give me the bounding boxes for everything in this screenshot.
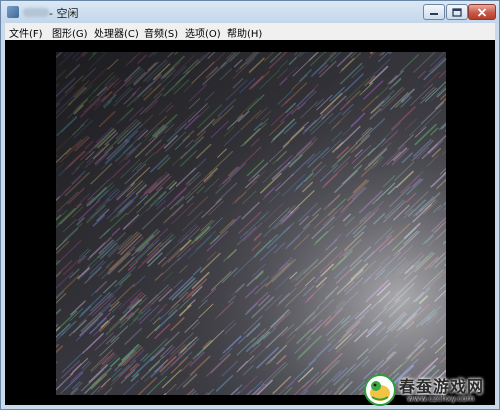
app-icon — [7, 6, 19, 18]
app-window: - 空闲 文件(F) 图形(G) 处理器(C) 音频(S) 选项(O) 帮助(H… — [0, 0, 500, 410]
maximize-button[interactable] — [446, 4, 468, 20]
minimize-button[interactable] — [423, 4, 445, 20]
watermark-url: www.czchxy.com — [407, 394, 474, 403]
menu-help[interactable]: 帮助(H) — [227, 25, 262, 40]
maximize-icon — [452, 8, 462, 17]
watermark: 春蚕游戏网 www.czchxy.com — [363, 371, 498, 409]
silkworm-logo-icon — [363, 373, 397, 407]
menu-bar: 文件(F) 图形(G) 处理器(C) 音频(S) 选项(O) 帮助(H) — [5, 23, 495, 40]
menu-options[interactable]: 选项(O) — [185, 25, 221, 40]
blurred-app-name — [23, 8, 49, 17]
noise-render-image — [56, 52, 446, 395]
title-bar[interactable]: - 空闲 — [1, 1, 499, 23]
render-canvas — [5, 40, 495, 405]
menu-processor[interactable]: 处理器(C) — [94, 25, 139, 40]
menu-file[interactable]: 文件(F) — [9, 25, 43, 40]
menu-audio[interactable]: 音频(S) — [144, 25, 178, 40]
close-button[interactable] — [468, 4, 496, 20]
minimize-icon — [429, 8, 439, 16]
close-icon — [477, 8, 487, 17]
window-title: - 空闲 — [49, 5, 78, 21]
menu-graphics[interactable]: 图形(G) — [52, 25, 88, 40]
